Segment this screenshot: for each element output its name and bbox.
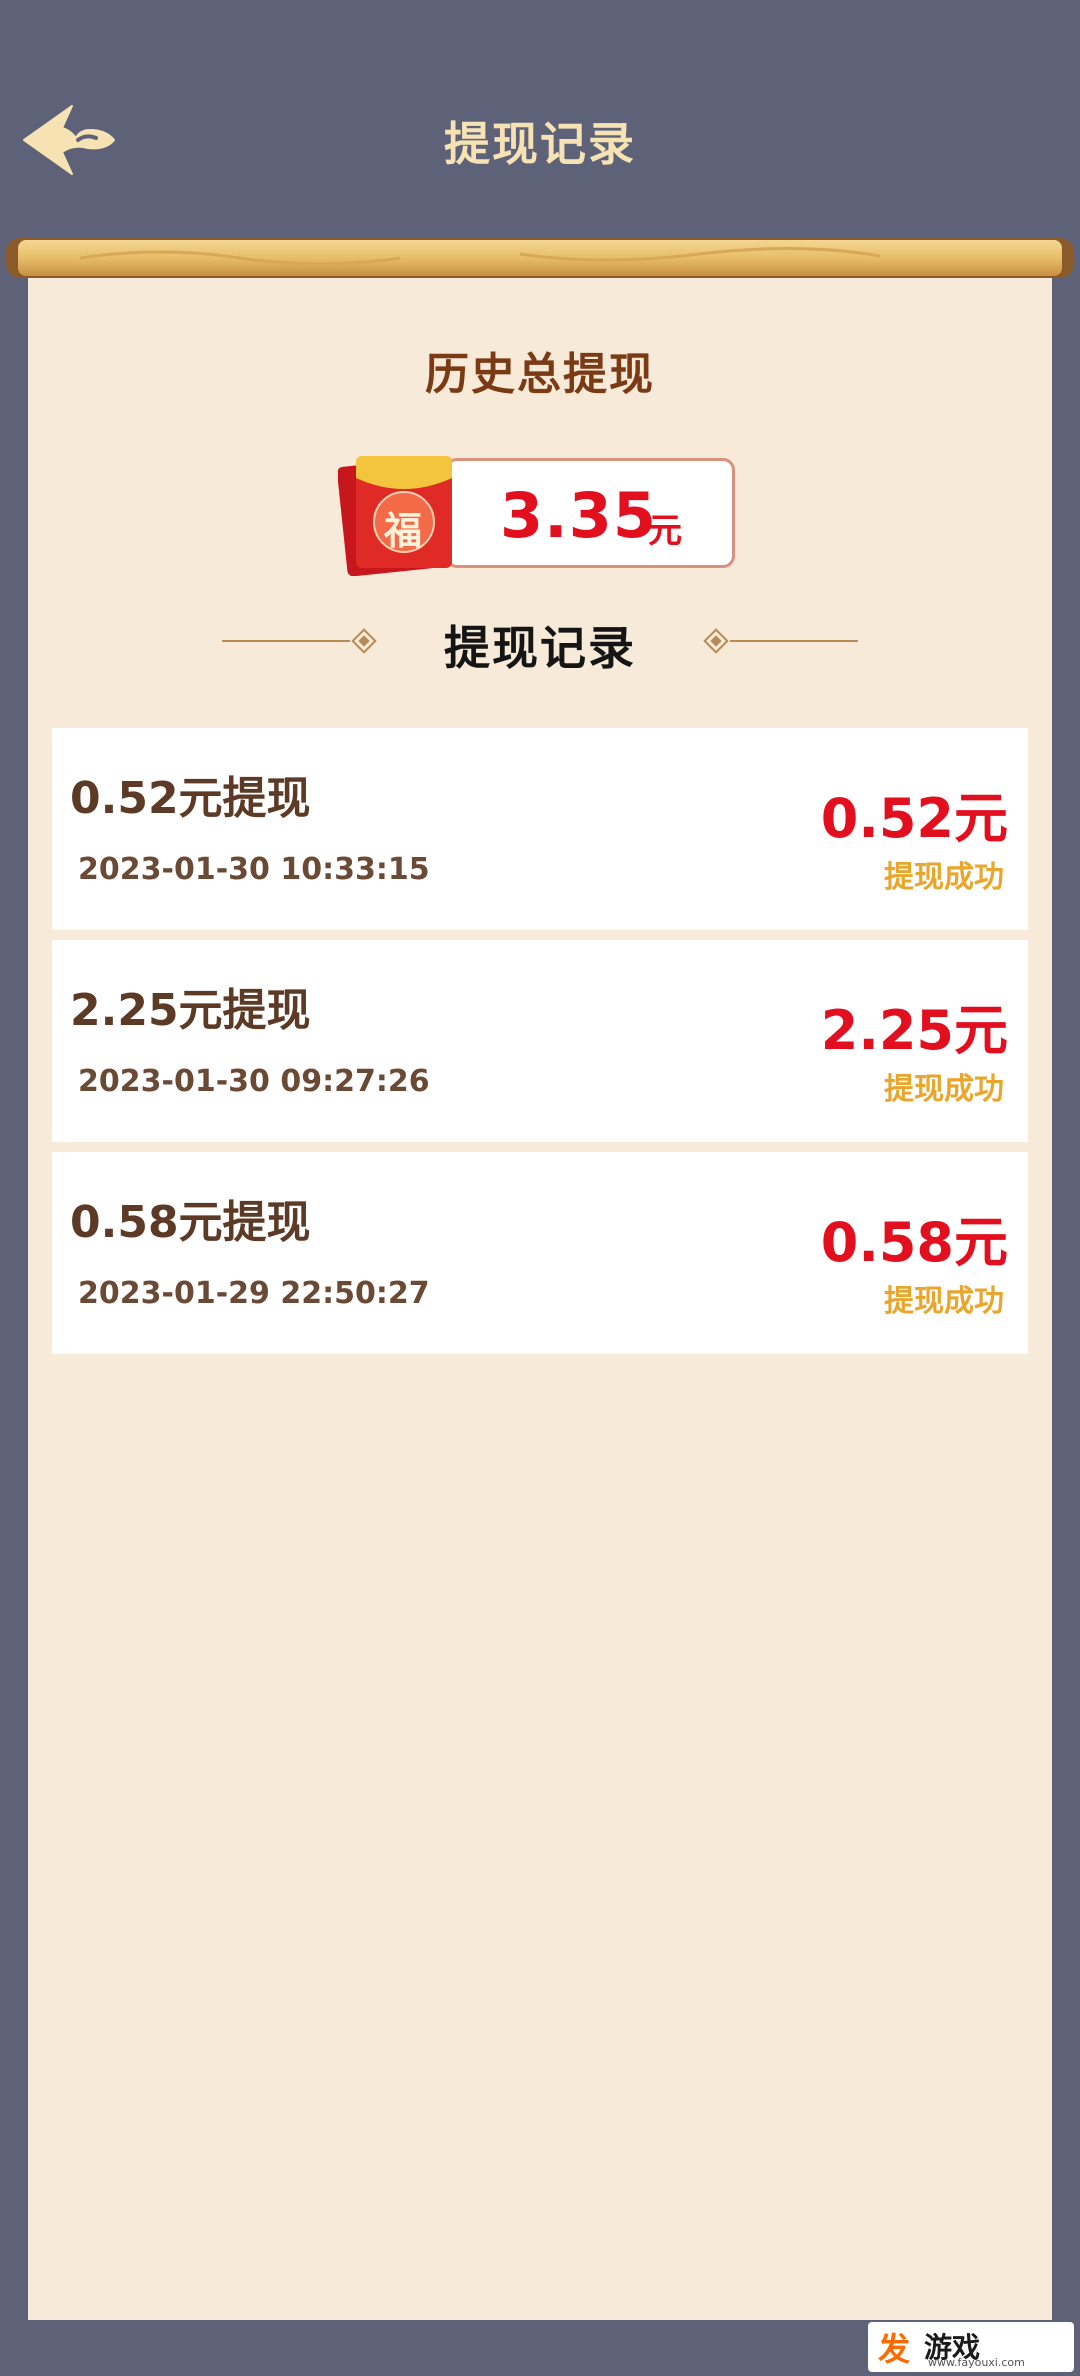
record-item[interactable]: 0.58元提现 2023-01-29 22:50:27 0.58元 提现成功 — [52, 1152, 1028, 1354]
record-time: 2023-01-30 10:33:15 — [78, 852, 430, 887]
divider-ornament-right — [703, 628, 858, 654]
record-time: 2023-01-30 09:27:26 — [78, 1064, 430, 1099]
record-status: 提现成功 — [884, 1284, 1004, 1319]
total-amount-box: 3.35 元 — [445, 458, 735, 568]
record-status: 提现成功 — [884, 860, 1004, 895]
total-unit: 元 — [648, 511, 682, 551]
record-title: 0.52元提现 — [70, 773, 311, 824]
page-title: 提现记录 — [444, 117, 636, 171]
watermark-logo: 发 — [878, 2330, 911, 2368]
total-amount: 3.35 — [500, 479, 657, 552]
records-section-title: 提现记录 — [444, 621, 636, 675]
red-packet-icon: 福 — [337, 448, 458, 577]
total-withdraw-title: 历史总提现 — [425, 349, 655, 400]
header: 提现记录 — [0, 0, 1080, 240]
record-item[interactable]: 2.25元提现 2023-01-30 09:27:26 2.25元 提现成功 — [52, 940, 1028, 1142]
record-time: 2023-01-29 22:50:27 — [78, 1276, 430, 1311]
record-amount: 0.52元 — [820, 787, 1008, 850]
record-amount: 2.25元 — [820, 999, 1008, 1062]
watermark-url: www.fayouxi.com — [928, 2356, 1025, 2369]
record-title: 0.58元提现 — [70, 1197, 311, 1248]
record-amount: 0.58元 — [820, 1211, 1008, 1274]
record-item[interactable]: 0.52元提现 2023-01-30 10:33:15 0.52元 提现成功 — [52, 728, 1028, 930]
site-watermark: 发 游戏 www.fayouxi.com — [868, 2322, 1074, 2372]
record-title: 2.25元提现 — [70, 985, 311, 1036]
scroll-rod-decoration — [6, 238, 1074, 278]
packet-char: 福 — [384, 508, 423, 553]
record-status: 提现成功 — [884, 1072, 1004, 1107]
